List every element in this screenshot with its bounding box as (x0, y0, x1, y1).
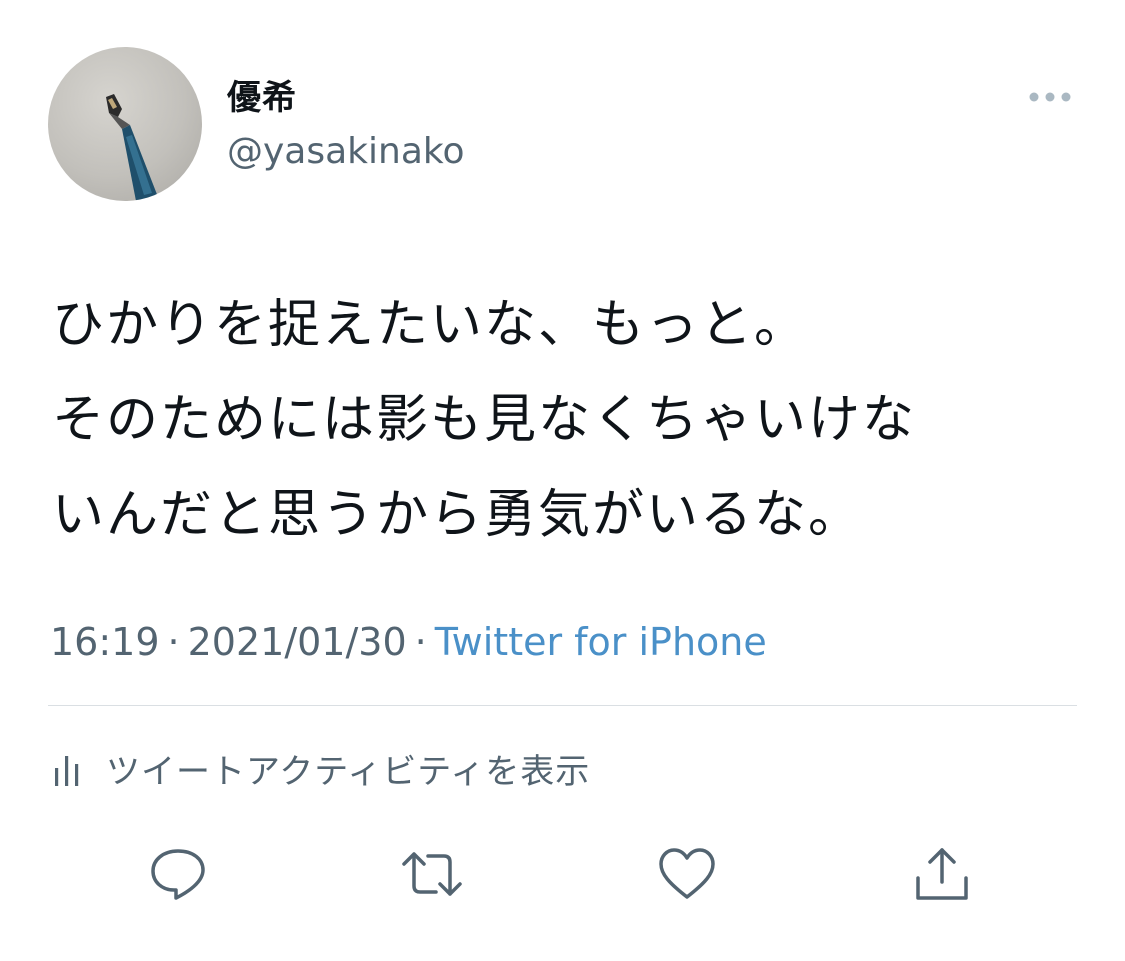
display-name[interactable]: 優希 (227, 74, 297, 122)
tweet-time[interactable]: 16:19 (50, 620, 160, 664)
avatar[interactable] (48, 47, 202, 201)
meta-separator: · (414, 620, 427, 664)
reply-button[interactable] (146, 842, 210, 906)
tweet-source-link[interactable]: Twitter for iPhone (435, 620, 767, 664)
share-icon (916, 848, 968, 900)
tweet-text-line: そのためには影も見なくちゃいけな (52, 390, 917, 450)
reply-icon (151, 849, 205, 900)
retweet-button[interactable] (400, 842, 464, 906)
heart-icon (659, 848, 715, 899)
tweet-text-line: いんだと思うから勇気がいるな。 (52, 485, 863, 545)
tweet-text: ひかりを捉えたいな、もっと。 そのためには影も見なくちゃいけな いんだと思うから… (52, 278, 1092, 563)
divider (48, 705, 1077, 706)
tweet-activity-label: ツイートアクティビティを表示 (106, 751, 591, 792)
meta-separator: · (167, 620, 180, 664)
view-tweet-activity-button[interactable]: ツイートアクティビティを表示 (52, 740, 590, 796)
fountain-pen-avatar-image (106, 94, 158, 201)
like-button[interactable] (655, 842, 719, 906)
more-horizontal-icon (1029, 92, 1071, 102)
more-options-button[interactable] (1022, 80, 1078, 114)
retweet-icon (402, 852, 462, 896)
share-button[interactable] (910, 842, 974, 906)
tweet-text-line: ひかりを捉えたいな、もっと。 (52, 295, 809, 355)
tweet-meta: 16:19 · 2021/01/30 · Twitter for iPhone (50, 617, 767, 667)
tweet-date[interactable]: 2021/01/30 (188, 620, 407, 664)
user-handle[interactable]: @yasakinako (227, 128, 465, 176)
bar-chart-icon (55, 756, 79, 786)
